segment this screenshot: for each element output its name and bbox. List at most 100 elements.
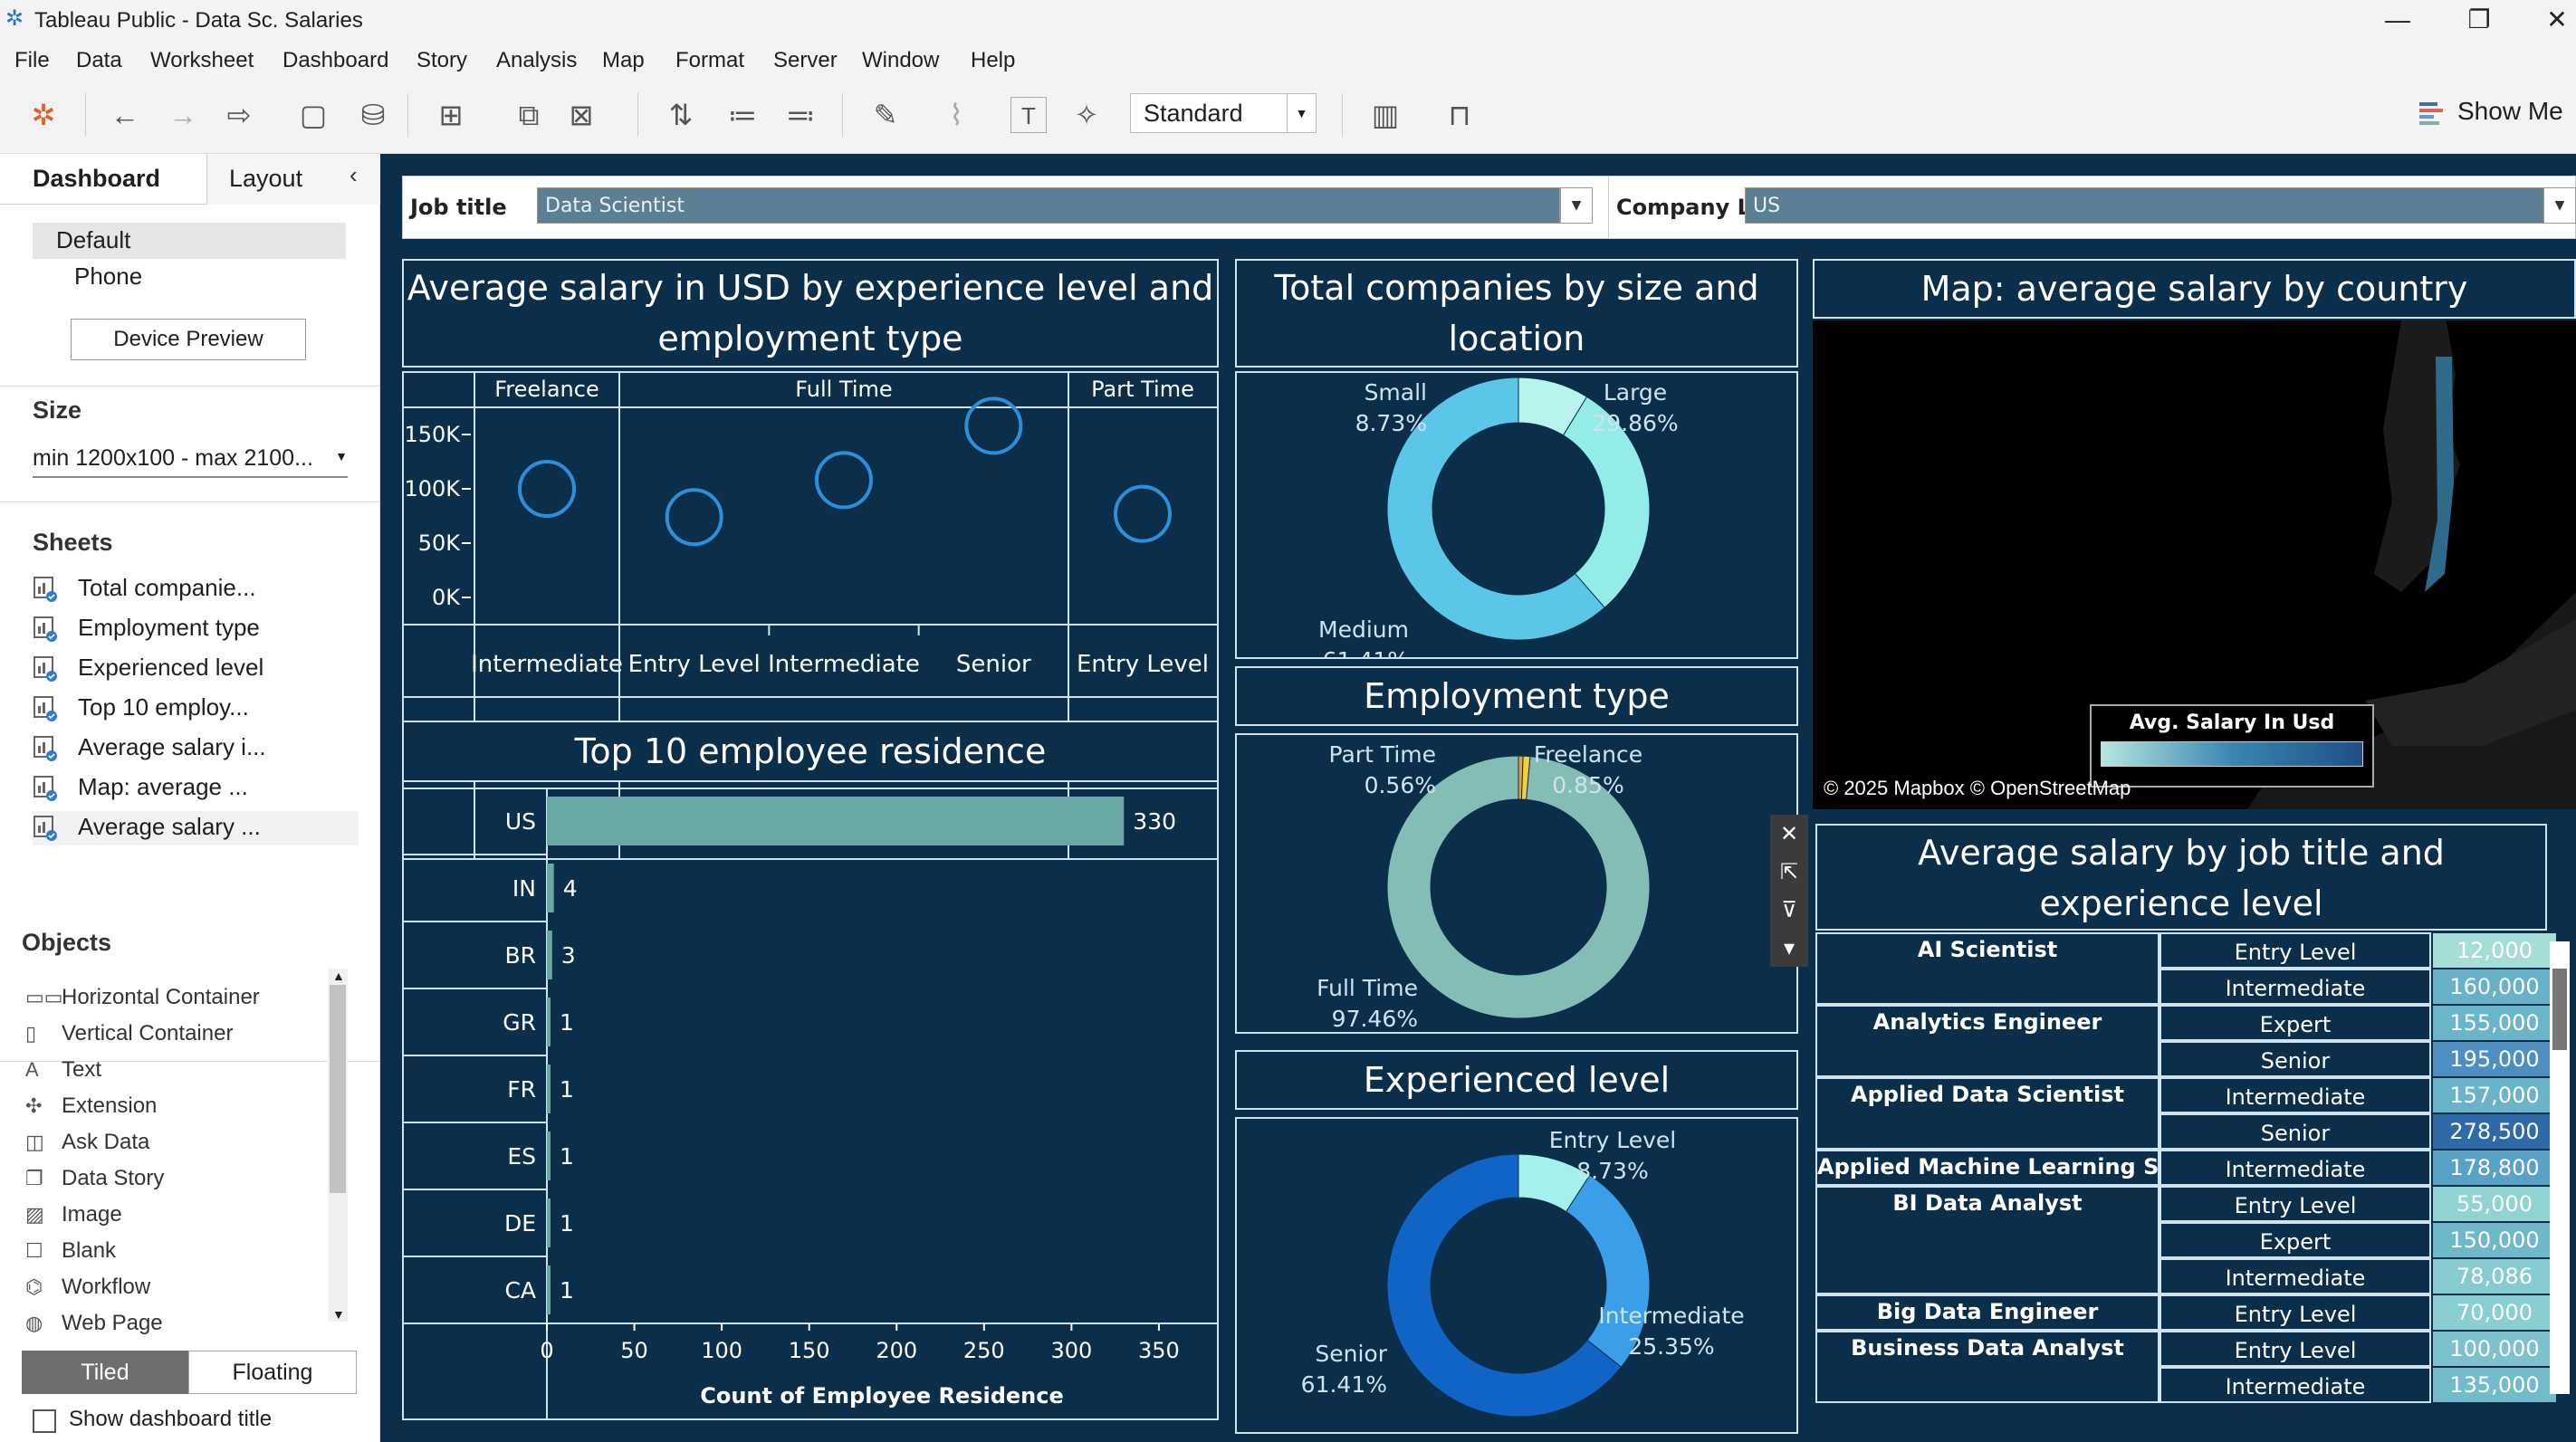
menu-analysis[interactable]: Analysis xyxy=(496,48,577,73)
menu-help[interactable]: Help xyxy=(971,48,1015,73)
slice-percent: 8.73% xyxy=(1355,410,1427,436)
go-to-sheet-icon[interactable]: ⇱ xyxy=(1770,853,1808,891)
top10-title: Top 10 employee residence xyxy=(402,721,1219,782)
company-location-filter[interactable]: Company L.. US ▼ xyxy=(1608,176,2576,239)
job-title-label: AI Scientist xyxy=(1917,937,2058,962)
group-members-icon[interactable]: ⌇ xyxy=(938,97,974,133)
chevron-down-icon[interactable]: ▼ xyxy=(2543,187,2576,224)
new-worksheet-icon[interactable]: ⊞ xyxy=(433,97,469,133)
close-button[interactable]: ✕ xyxy=(2539,4,2575,36)
duplicate-sheet-icon[interactable]: ⧉ xyxy=(511,97,547,133)
sheet-item[interactable]: Employment type xyxy=(33,612,359,646)
menu-window[interactable]: Window xyxy=(862,48,939,73)
device-default[interactable]: Default xyxy=(56,226,130,254)
new-data-source-icon[interactable]: ⛁ xyxy=(355,97,391,133)
salary-point xyxy=(1114,484,1172,543)
maximize-button[interactable]: ❐ xyxy=(2461,4,2497,36)
show-title-checkbox[interactable] xyxy=(33,1409,56,1433)
menu-worksheet[interactable]: Worksheet xyxy=(150,48,254,73)
device-phone[interactable]: Phone xyxy=(74,263,142,291)
menu-dashboard[interactable]: Dashboard xyxy=(282,48,388,73)
slice-percent: 29.86% xyxy=(1592,410,1678,436)
size-select[interactable]: min 1200x100 - max 2100... ▼ xyxy=(33,440,348,478)
chevron-down-icon[interactable]: ▼ xyxy=(1560,187,1593,224)
object-item[interactable]: ❐ Data Story xyxy=(25,1166,164,1191)
sheet-item[interactable]: Average salary ... xyxy=(33,811,359,845)
show-me-button[interactable]: Show Me xyxy=(2457,97,2563,126)
map-legend-gradient xyxy=(2101,741,2363,767)
undo-icon[interactable]: ← xyxy=(107,97,143,133)
save-icon[interactable]: ▢ xyxy=(295,97,331,133)
object-item[interactable]: ▨ Image xyxy=(25,1202,122,1227)
swap-rows-columns-icon[interactable]: ⇅ xyxy=(663,97,699,133)
sheet-item[interactable]: Average salary i... xyxy=(33,731,359,766)
more-options-icon[interactable]: ▾ xyxy=(1770,929,1808,967)
menu-data[interactable]: Data xyxy=(76,48,122,73)
object-item[interactable]: ◍ Web Page xyxy=(25,1311,163,1336)
object-item[interactable]: A Text xyxy=(25,1057,101,1083)
sheet-item[interactable]: Experienced level xyxy=(33,652,359,686)
menu-map[interactable]: Map xyxy=(602,48,645,73)
sort-ascending-icon[interactable]: ≔ xyxy=(724,97,761,133)
fit-select[interactable]: Standard ▼ xyxy=(1130,93,1317,133)
slice-percent: 8.73% xyxy=(1576,1158,1648,1184)
job-title-filter-value[interactable]: Data Scientist xyxy=(537,187,1560,224)
object-item[interactable]: ◫ Ask Data xyxy=(25,1130,149,1155)
slice-label: Medium xyxy=(1318,616,1409,643)
dashboard-sheet-icon xyxy=(34,616,57,642)
redo-icon[interactable]: → xyxy=(165,97,201,133)
clear-sheet-icon[interactable]: ⊠ xyxy=(563,97,599,133)
fix-axes-icon[interactable]: ✧ xyxy=(1068,97,1105,133)
menu-story[interactable]: Story xyxy=(417,48,467,73)
x-tick-label: 0 xyxy=(540,1338,553,1363)
web-page-icon: ◍ xyxy=(25,1312,43,1334)
object-item[interactable]: ▭▭Horizontal Container xyxy=(25,985,260,1010)
use-as-filter-icon[interactable]: ⊽ xyxy=(1770,891,1808,929)
job-title-label: Analytics Engineer xyxy=(1872,1009,2102,1035)
replay-icon[interactable]: ⇨ xyxy=(221,97,257,133)
object-item[interactable]: ⌬ Workflow xyxy=(25,1275,150,1300)
tab-dashboard[interactable]: Dashboard xyxy=(33,165,160,193)
sort-descending-icon[interactable]: ≕ xyxy=(782,97,819,133)
highlight-icon[interactable]: ✎ xyxy=(867,97,904,133)
slice-percent: 97.46% xyxy=(1332,1006,1418,1032)
avg-salary-cell: 195,000 xyxy=(2433,1042,2556,1076)
tiled-button[interactable]: Tiled xyxy=(22,1351,188,1394)
show-me-icon[interactable] xyxy=(2418,99,2445,126)
floating-button[interactable]: Floating xyxy=(188,1351,357,1394)
sheet-item[interactable]: Top 10 employ... xyxy=(33,692,359,726)
x-axis-title: Count of Employee Residence xyxy=(700,1383,1064,1409)
minimize-button[interactable]: — xyxy=(2380,4,2416,36)
object-item-label: Horizontal Container xyxy=(62,985,260,1009)
presentation-mode-icon[interactable]: ⊓ xyxy=(1441,97,1478,133)
experience-level-cell: Intermediate xyxy=(2159,969,2431,1005)
job-title-label: BI Data Analyst xyxy=(1892,1190,2083,1216)
show-cards-icon[interactable]: ▥ xyxy=(1367,97,1403,133)
map-title: Map: average salary by country xyxy=(1813,259,2576,319)
show-mark-labels-icon[interactable]: T xyxy=(1010,97,1047,133)
window-title: Tableau Public - Data Sc. Salaries xyxy=(34,8,363,33)
company-location-filter-value[interactable]: US xyxy=(1745,187,2560,224)
object-item[interactable]: ▯ Vertical Container xyxy=(25,1021,233,1046)
sheets-title: Sheets xyxy=(33,529,113,556)
device-preview-button[interactable]: Device Preview xyxy=(71,319,306,360)
tableau-home-icon[interactable]: ✲ xyxy=(25,97,62,133)
object-item-label: Workflow xyxy=(62,1275,151,1299)
objects-scrollbar[interactable]: ▲ ▼ xyxy=(328,969,348,1322)
sheet-item[interactable]: Total companie... xyxy=(33,572,359,606)
chevron-down-icon: ▼ xyxy=(1287,94,1316,132)
menu-file[interactable]: File xyxy=(14,48,50,73)
sheet-item[interactable]: Map: average ... xyxy=(33,771,359,806)
collapse-pane-icon[interactable]: ‹ xyxy=(350,161,358,189)
object-item[interactable]: ☐ Blank xyxy=(25,1238,116,1264)
map-legend: Avg. Salary In Usd xyxy=(2090,704,2374,788)
map-view[interactable]: Avg. Salary In Usd © 2025 Mapbox © OpenS… xyxy=(1813,320,2576,809)
object-item-label: Ask Data xyxy=(62,1130,150,1154)
remove-zone-icon[interactable]: ✕ xyxy=(1770,815,1808,853)
menu-format[interactable]: Format xyxy=(675,48,744,73)
experience-level-cell: Expert xyxy=(2159,1005,2431,1041)
table-scrollbar[interactable] xyxy=(2550,941,2570,1394)
menu-server[interactable]: Server xyxy=(773,48,838,73)
object-item[interactable]: ✣ Extension xyxy=(25,1093,157,1119)
workflow-icon: ⌬ xyxy=(25,1275,43,1298)
